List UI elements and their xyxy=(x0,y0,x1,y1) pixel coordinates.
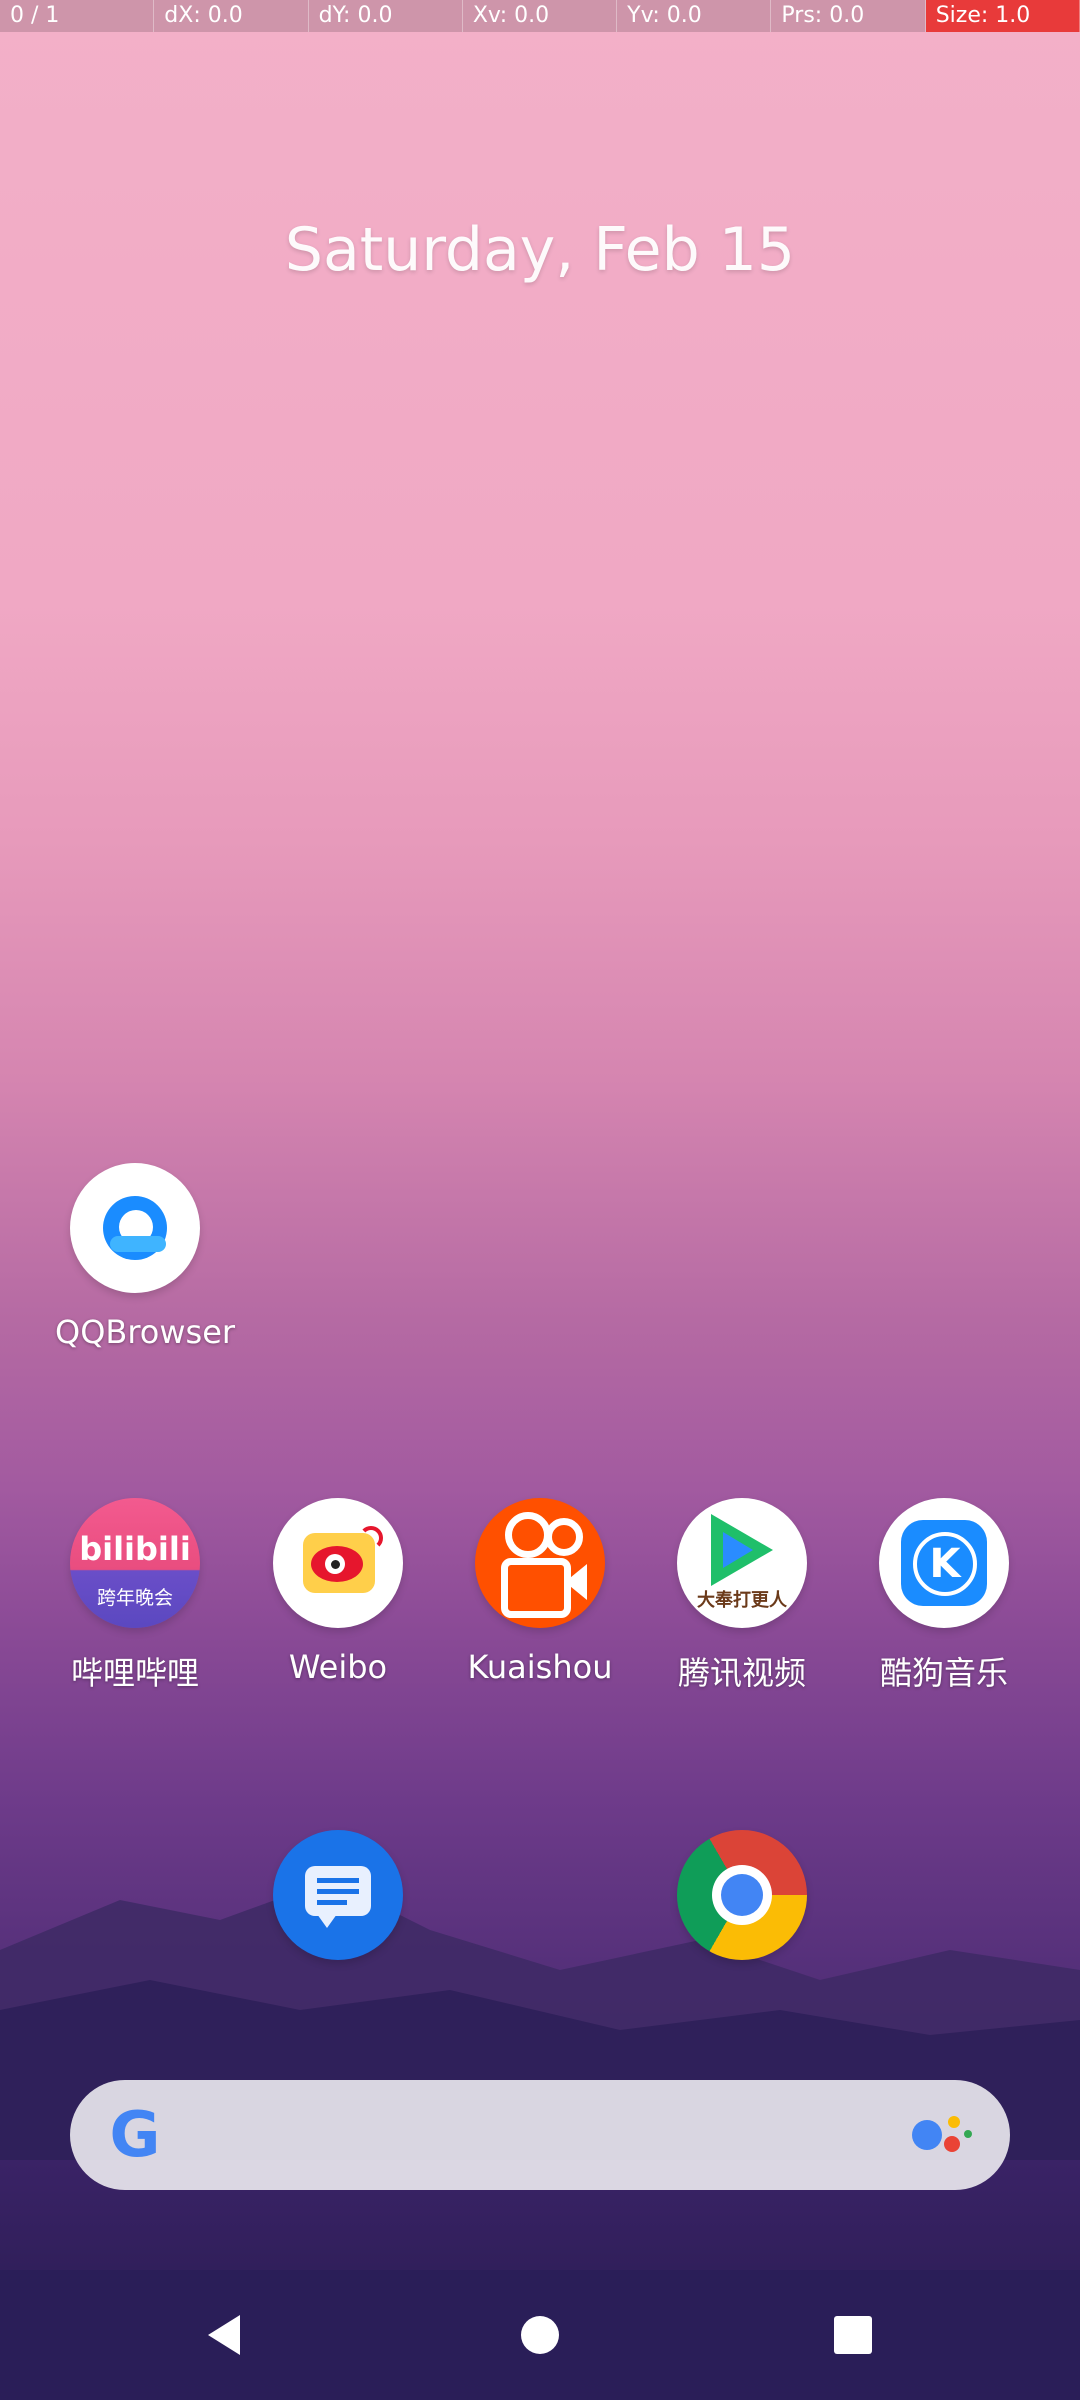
app-label-bilibili: 哔哩哔哩 xyxy=(70,1654,199,1692)
app-label-tencent-video: 腾讯视频 xyxy=(677,1654,806,1692)
bilibili-icon: bilibili 跨年晚会 xyxy=(70,1498,200,1628)
app-kuaishou[interactable]: Kuaishou xyxy=(460,1498,620,1686)
bilibili-badge-top: bilibili xyxy=(79,1530,191,1568)
date-widget[interactable]: Saturday, Feb 15 xyxy=(0,215,1080,285)
velocity-x: Xv: 0.0 xyxy=(463,0,618,32)
weibo-icon xyxy=(273,1498,403,1628)
navigation-bar xyxy=(0,2270,1080,2400)
app-messages[interactable] xyxy=(258,1830,418,1960)
app-weibo[interactable]: Weibo xyxy=(258,1498,418,1686)
recents-icon[interactable] xyxy=(828,2310,878,2360)
home-icon[interactable] xyxy=(515,2310,565,2360)
app-label-weibo: Weibo xyxy=(288,1648,388,1686)
app-label-qqbrowser: QQBrowser xyxy=(55,1313,236,1351)
pointer-count: 0 / 1 xyxy=(0,0,155,32)
tencent-video-icon: 大奉打更人 xyxy=(677,1498,807,1628)
bilibili-badge-bottom: 跨年晚会 xyxy=(96,1587,173,1609)
delta-x: dX: 0.0 xyxy=(154,0,309,32)
google-g-icon: G xyxy=(109,2098,161,2171)
delta-y: dY: 0.0 xyxy=(309,0,463,32)
tencent-video-badge: 大奉打更人 xyxy=(697,1590,787,1611)
google-search-bar[interactable]: G xyxy=(70,2080,1010,2190)
kugou-letter: K xyxy=(913,1532,977,1596)
messages-icon xyxy=(273,1830,403,1960)
app-tencent-video[interactable]: 大奉打更人 腾讯视频 xyxy=(662,1498,822,1694)
pressure: Prs: 0.0 xyxy=(771,0,926,32)
touch-size: Size: 1.0 xyxy=(925,0,1080,32)
app-chrome[interactable] xyxy=(662,1830,822,1960)
back-icon[interactable] xyxy=(200,2310,250,2360)
kuaishou-icon xyxy=(475,1498,605,1628)
chrome-icon xyxy=(677,1830,807,1960)
app-kugou-music[interactable]: K 酷狗音乐 xyxy=(864,1498,1024,1694)
pointer-location-overlay: 0 / 1 dX: 0.0 dY: 0.0 Xv: 0.0 Yv: 0.0 Pr… xyxy=(0,0,1080,32)
velocity-y: Yv: 0.0 xyxy=(617,0,772,32)
app-qqbrowser[interactable]: QQBrowser xyxy=(55,1163,236,1351)
qqbrowser-icon xyxy=(70,1163,200,1293)
kugou-icon: K xyxy=(879,1498,1009,1628)
google-assistant-icon[interactable] xyxy=(912,2110,982,2160)
app-bilibili[interactable]: bilibili 跨年晚会 哔哩哔哩 xyxy=(55,1498,215,1694)
app-label-kuaishou: Kuaishou xyxy=(467,1648,613,1686)
app-label-kugou-music: 酷狗音乐 xyxy=(879,1654,1008,1692)
